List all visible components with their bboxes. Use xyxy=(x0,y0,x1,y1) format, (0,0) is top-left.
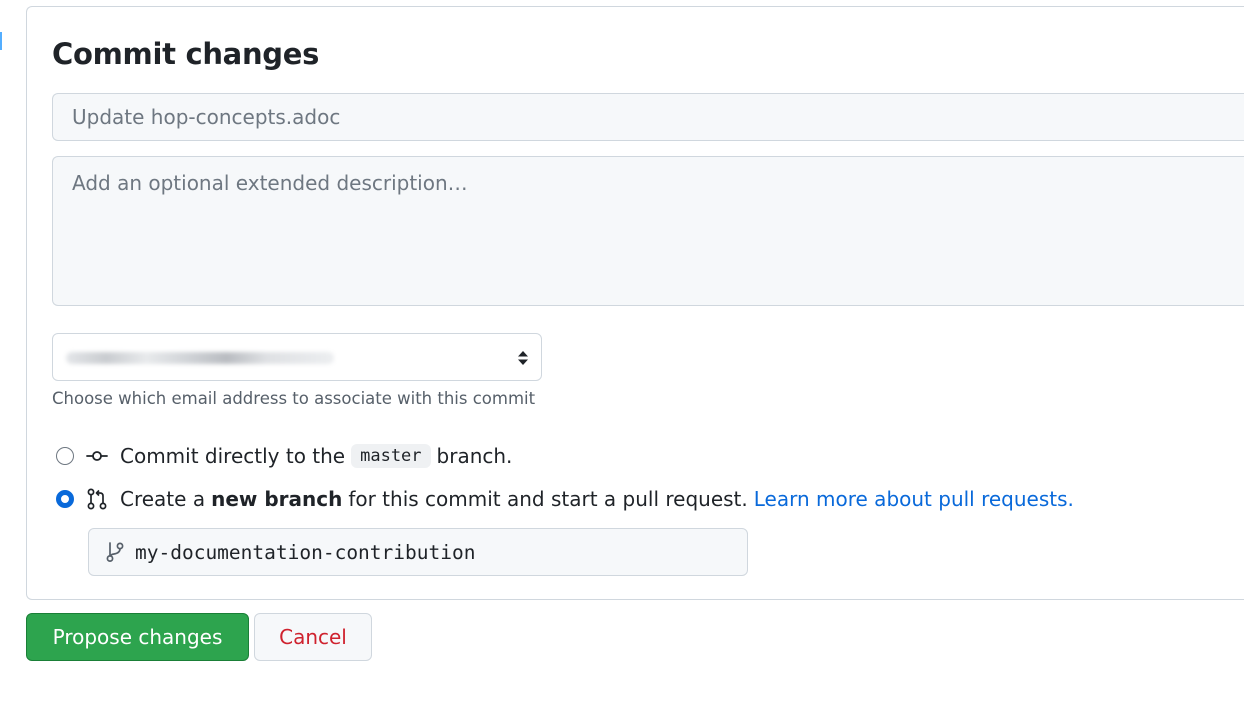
new-branch-label-bold: new branch xyxy=(211,487,343,511)
panel-title: Commit changes xyxy=(52,37,320,71)
new-branch-label-prefix: Create a xyxy=(120,487,206,511)
propose-changes-button[interactable]: Propose changes xyxy=(26,613,249,661)
new-branch-option[interactable]: Create a new branch for this commit and … xyxy=(56,484,1074,514)
commit-description-textarea[interactable] xyxy=(52,156,1244,306)
email-hint-text: Choose which email address to associate … xyxy=(52,389,536,408)
cancel-button[interactable]: Cancel xyxy=(254,613,372,661)
commit-changes-panel: Commit changes Choose which email addres… xyxy=(26,6,1244,600)
branch-name-badge: master xyxy=(351,444,431,468)
commit-direct-option[interactable]: Commit directly to the master branch. xyxy=(56,441,512,471)
new-branch-label-suffix: for this commit and start a pull request… xyxy=(348,487,748,511)
commit-direct-label-prefix: Commit directly to the xyxy=(120,444,346,468)
commit-direct-radio[interactable] xyxy=(56,447,74,465)
left-accent-marker xyxy=(0,32,2,50)
learn-more-pull-requests-link[interactable]: Learn more about pull requests. xyxy=(754,487,1074,511)
git-commit-icon xyxy=(86,451,108,461)
new-branch-name-input[interactable] xyxy=(135,540,725,564)
commit-summary-input[interactable] xyxy=(52,93,1244,141)
select-arrows-icon xyxy=(518,351,528,365)
new-branch-radio[interactable] xyxy=(56,490,74,508)
email-select[interactable] xyxy=(52,333,542,381)
email-address-redacted xyxy=(66,352,334,364)
git-pull-request-icon xyxy=(87,488,107,510)
commit-direct-label-suffix: branch. xyxy=(436,444,513,468)
new-branch-name-field[interactable] xyxy=(88,528,748,576)
git-branch-icon xyxy=(106,542,124,562)
